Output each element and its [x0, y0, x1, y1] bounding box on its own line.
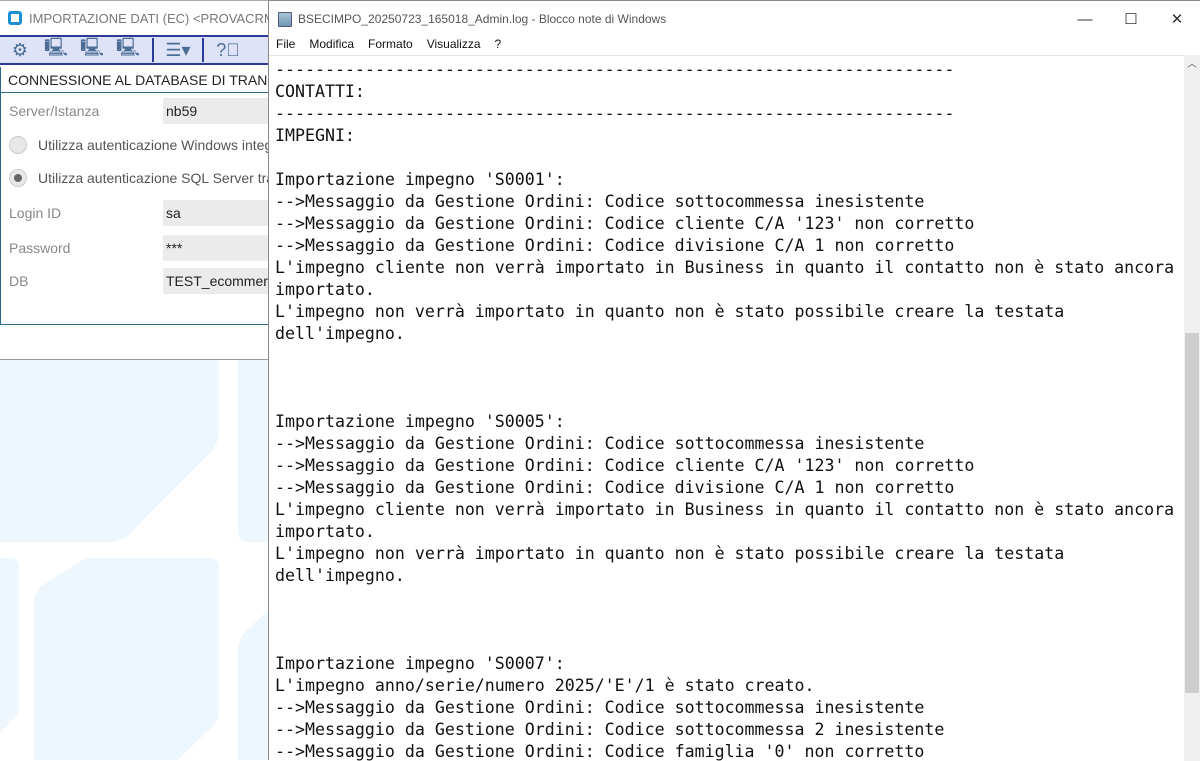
log-line: -->Messaggio da Gestione Ordini: Codice … — [275, 434, 925, 453]
log-line: ----------------------------------------… — [275, 104, 955, 123]
scroll-thumb[interactable] — [1185, 332, 1199, 693]
app-title: IMPORTAZIONE DATI (EC) <PROVACRM - AZI — [29, 10, 306, 26]
notepad-icon — [278, 11, 292, 27]
menu-formato[interactable]: Formato — [368, 37, 413, 55]
server-label: Server/Istanza — [9, 103, 100, 119]
log-line: importato. — [275, 280, 375, 299]
sql-auth-label: Utilizza autenticazione SQL Server trami… — [38, 170, 301, 186]
log-line: Importazione impegno 'S0001': — [275, 170, 565, 189]
notepad-title-bar: BSECIMPO_20250723_165018_Admin.log - Blo… — [269, 1, 1200, 37]
log-line: L'impegno non verrà importato in quanto … — [275, 302, 1065, 321]
log-line: Importazione impegno 'S0005': — [275, 412, 565, 431]
log-line: IMPEGNI: — [275, 126, 355, 145]
db-label: DB — [9, 273, 29, 289]
app-logo-icon — [8, 11, 22, 25]
minimize-button[interactable]: — — [1062, 1, 1108, 37]
monitor-icon[interactable]: 🖳 — [44, 37, 68, 60]
background-pattern — [0, 360, 270, 760]
radio-off-icon — [9, 136, 27, 154]
close-button[interactable]: ✕ — [1154, 1, 1200, 37]
menu-file[interactable]: File — [276, 37, 295, 55]
password-input[interactable]: *** — [163, 235, 283, 261]
log-line: L'impegno cliente non verrà importato in… — [275, 500, 1175, 519]
login-label: Login ID — [9, 205, 62, 221]
server-input[interactable]: nb59 — [163, 98, 283, 124]
log-line: dell'impegno. — [275, 566, 405, 585]
log-line: L'impegno anno/serie/numero 2025/'E'/1 è… — [275, 676, 815, 695]
db-connection-panel: CONNESSIONE AL DATABASE DI TRANSIZIONE S… — [0, 67, 300, 325]
notepad-window: BSECIMPO_20250723_165018_Admin.log - Blo… — [268, 0, 1200, 761]
menu-bar: File Modifica Formato Visualizza ? — [269, 37, 1200, 55]
monitor-icon[interactable]: 🖳 — [80, 37, 104, 60]
windows-auth-radio[interactable]: Utilizza autenticazione Windows integrat… — [9, 136, 296, 154]
toolbar-separator — [152, 38, 154, 62]
log-line: -->Messaggio da Gestione Ordini: Codice … — [275, 720, 945, 739]
log-line: L'impegno cliente non verrà importato in… — [275, 258, 1175, 277]
login-input[interactable]: sa — [163, 200, 283, 226]
notepad-title: BSECIMPO_20250723_165018_Admin.log - Blo… — [298, 12, 667, 26]
log-line: ----------------------------------------… — [275, 60, 955, 79]
toolbar-separator — [202, 38, 204, 62]
log-line: importato. — [275, 522, 375, 541]
scroll-up-icon[interactable]: ︿ — [1184, 55, 1200, 72]
radio-on-icon — [9, 169, 27, 187]
log-line: -->Messaggio da Gestione Ordini: Codice … — [275, 192, 925, 211]
log-line: -->Messaggio da Gestione Ordini: Codice … — [275, 478, 955, 497]
log-line: L'impegno non verrà importato in quanto … — [275, 544, 1065, 563]
maximize-button[interactable]: ☐ — [1108, 1, 1154, 37]
menu-visualizza[interactable]: Visualizza — [427, 37, 481, 55]
log-line: -->Messaggio da Gestione Ordini: Codice … — [275, 456, 975, 475]
menu-help[interactable]: ? — [495, 37, 502, 55]
log-line: -->Messaggio da Gestione Ordini: Codice … — [275, 742, 925, 761]
log-line: -->Messaggio da Gestione Ordini: Codice … — [275, 698, 925, 717]
log-line: Importazione impegno 'S0007': — [275, 654, 565, 673]
vertical-scrollbar[interactable]: ︿ — [1184, 55, 1200, 761]
sql-auth-radio[interactable]: Utilizza autenticazione SQL Server trami… — [9, 169, 300, 187]
menu-dropdown-icon[interactable]: ☰▾ — [165, 40, 190, 60]
log-line: -->Messaggio da Gestione Ordini: Codice … — [275, 236, 955, 255]
log-line: CONTATTI: — [275, 82, 365, 101]
settings-gear-icon[interactable]: ⚙ — [8, 40, 32, 60]
log-text-area[interactable]: ----------------------------------------… — [269, 55, 1185, 761]
help-icon[interactable]: ?⃝ — [216, 40, 240, 60]
panel-title: CONNESSIONE AL DATABASE DI TRANSIZIONE — [1, 67, 279, 93]
menu-modifica[interactable]: Modifica — [309, 37, 354, 55]
password-label: Password — [9, 240, 71, 256]
log-line: -->Messaggio da Gestione Ordini: Codice … — [275, 214, 975, 233]
monitor-icon[interactable]: 🖳 — [116, 37, 140, 60]
log-line: dell'impegno. — [275, 324, 405, 343]
db-input[interactable]: TEST_ecommerce — [163, 268, 283, 294]
windows-auth-label: Utilizza autenticazione Windows integrat… — [38, 137, 297, 153]
